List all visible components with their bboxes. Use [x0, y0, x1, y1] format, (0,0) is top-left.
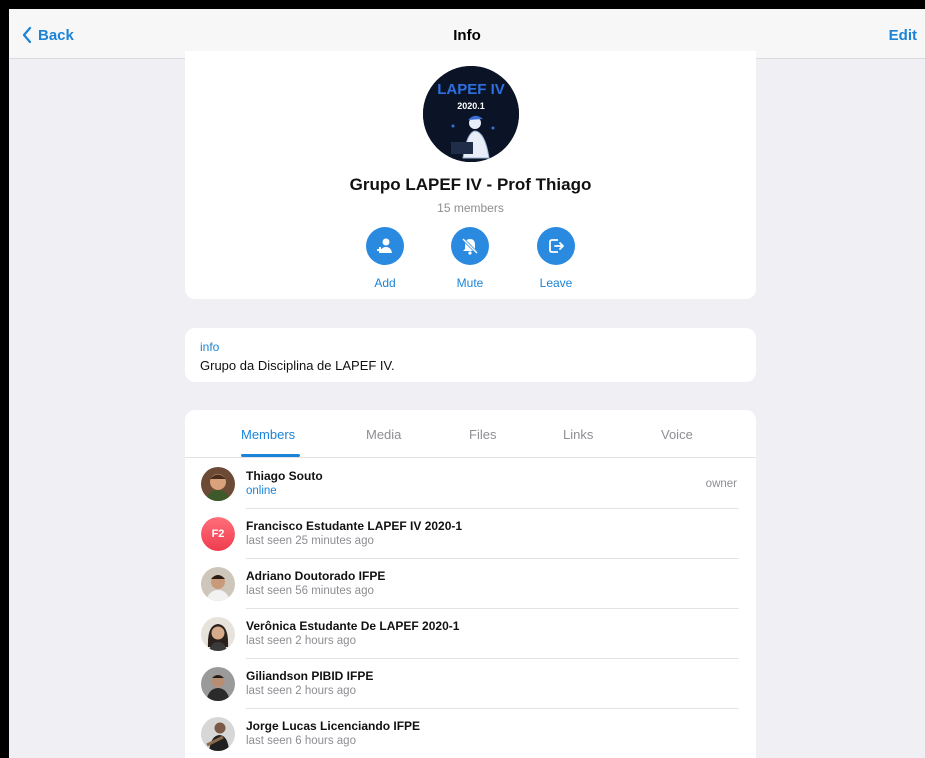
group-avatar[interactable]: LAPEF IV 2020.1 — [423, 66, 519, 162]
info-description: Grupo da Disciplina de LAPEF IV. — [200, 358, 395, 373]
member-row[interactable]: Thiago Souto online owner — [185, 459, 756, 509]
info-card: info Grupo da Disciplina de LAPEF IV. — [185, 328, 756, 382]
avatar — [201, 667, 235, 701]
leave-button[interactable]: Leave — [526, 227, 586, 290]
tab-media[interactable]: Media — [366, 427, 401, 442]
tab-bar: Members Media Files Links Voice — [185, 410, 756, 458]
leave-label: Leave — [539, 276, 573, 290]
member-status: last seen 25 minutes ago — [246, 535, 374, 547]
member-name: Verônica Estudante De LAPEF 2020-1 — [246, 619, 460, 633]
avatar — [201, 717, 235, 751]
member-status: last seen 2 hours ago — [246, 685, 356, 697]
group-avatar-image: LAPEF IV 2020.1 — [423, 66, 519, 162]
avatar-title-text: LAPEF IV — [437, 81, 505, 98]
tab-voice[interactable]: Voice — [661, 427, 693, 442]
member-role: owner — [705, 478, 737, 490]
member-count: 15 members — [437, 201, 504, 215]
member-row[interactable]: F2 Francisco Estudante LAPEF IV 2020-1 l… — [185, 509, 756, 559]
active-tab-indicator — [241, 454, 300, 457]
avatar — [201, 617, 235, 651]
tab-files[interactable]: Files — [469, 427, 496, 442]
member-row[interactable]: Adriano Doutorado IFPE last seen 56 minu… — [185, 559, 756, 609]
avatar — [201, 567, 235, 601]
profile-card: LAPEF IV 2020.1 Grupo LAPEF IV - Prof Th… — [185, 51, 756, 299]
member-status: last seen 56 minutes ago — [246, 585, 374, 597]
avatar-year-text: 2020.1 — [457, 101, 485, 111]
add-label: Add — [374, 276, 396, 290]
member-name: Adriano Doutorado IFPE — [246, 569, 386, 583]
member-status: last seen 6 hours ago — [246, 735, 356, 747]
avatar — [201, 467, 235, 501]
avatar: F2 — [201, 517, 235, 551]
bell-slash-icon — [461, 237, 479, 255]
mute-label: Mute — [456, 276, 484, 290]
member-name: Francisco Estudante LAPEF IV 2020-1 — [246, 519, 463, 533]
page-title: Info — [453, 27, 481, 44]
add-button[interactable]: Add — [355, 227, 415, 290]
edit-button[interactable]: Edit — [889, 27, 917, 44]
member-name: Thiago Souto — [246, 469, 323, 483]
member-row[interactable]: Jorge Lucas Licenciando IFPE last seen 6… — [185, 709, 756, 758]
member-status: online — [246, 485, 277, 497]
member-row[interactable]: Giliandson PIBID IFPE last seen 2 hours … — [185, 659, 756, 709]
leave-icon — [549, 239, 564, 253]
info-label: info — [200, 340, 220, 354]
member-status: last seen 2 hours ago — [246, 635, 356, 647]
members-card: Members Media Files Links Voice Thiago S… — [185, 410, 756, 758]
member-name: Jorge Lucas Licenciando IFPE — [246, 719, 421, 733]
add-user-icon — [377, 238, 392, 253]
group-name: Grupo LAPEF IV - Prof Thiago — [349, 175, 592, 194]
tab-links[interactable]: Links — [563, 427, 593, 442]
tab-members[interactable]: Members — [241, 427, 295, 442]
avatar-initials: F2 — [201, 517, 235, 551]
app-window: Back Info Edit LAPEF IV 2020.1 Grupo LAP… — [9, 9, 925, 758]
member-name: Giliandson PIBID IFPE — [246, 669, 374, 683]
member-row[interactable]: Verônica Estudante De LAPEF 2020-1 last … — [185, 609, 756, 659]
mute-button[interactable]: Mute — [440, 227, 500, 290]
